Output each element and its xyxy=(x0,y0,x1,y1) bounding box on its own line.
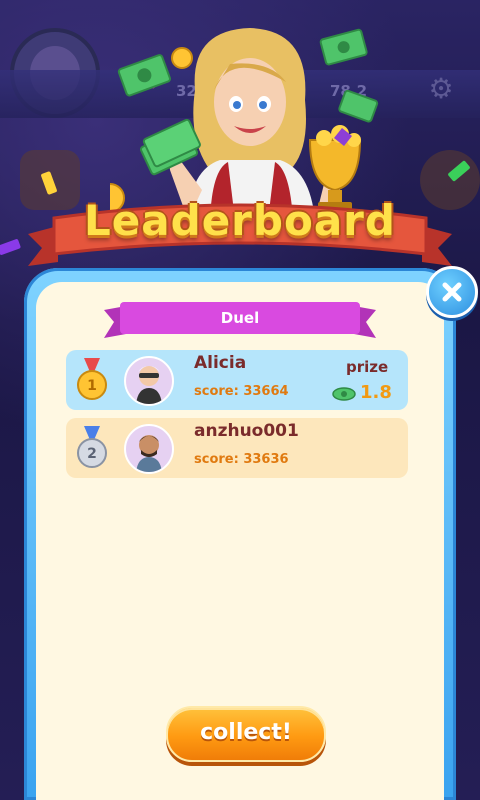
avatar[interactable] xyxy=(124,424,174,474)
gold-medal-icon: 1 xyxy=(77,358,107,400)
prize-label: prize xyxy=(346,358,389,376)
close-button[interactable] xyxy=(426,266,478,318)
collect-button[interactable]: collect! xyxy=(166,706,326,762)
leaderboard-title: Leaderboard xyxy=(84,196,396,245)
player-score: score: 33636 xyxy=(194,452,289,467)
prize-amount: 1.8 xyxy=(360,382,392,403)
player-name: anzhuo001 xyxy=(194,421,299,441)
duel-tab[interactable]: Duel xyxy=(104,300,376,336)
prize-value: 1.8 xyxy=(332,382,392,403)
leaderboard-row: 1 Alicia score: 33664 prize 1.8 xyxy=(66,350,408,410)
silver-medal-icon: 2 xyxy=(77,426,107,468)
player-score: score: 33664 xyxy=(194,384,289,399)
gear-icon: ⚙ xyxy=(428,72,454,105)
svg-text:2: 2 xyxy=(87,446,97,462)
svg-text:1: 1 xyxy=(87,378,97,394)
close-icon xyxy=(442,282,462,302)
cash-icon xyxy=(332,386,356,401)
leaderboard-row: 2 anzhuo001 score: 33636 xyxy=(66,418,408,478)
avatar[interactable] xyxy=(124,356,174,406)
player-name: Alicia xyxy=(194,353,247,373)
